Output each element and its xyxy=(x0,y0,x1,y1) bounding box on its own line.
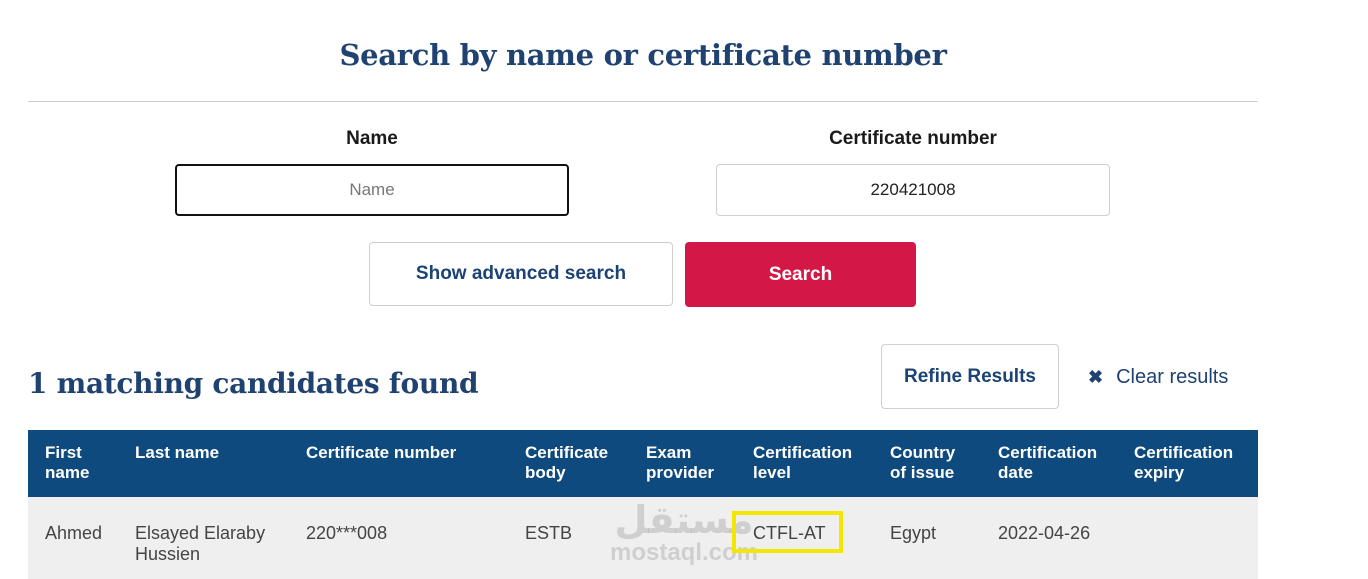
clear-results-link[interactable]: ✖ Clear results xyxy=(1088,362,1228,392)
column-header-exam-provider: Exam provider xyxy=(646,443,715,482)
column-header-certificate-number: Certificate number xyxy=(306,443,457,462)
cell-certification-date: 2022-04-26 xyxy=(998,523,1091,543)
cell-certificate-body: ESTB xyxy=(525,523,573,543)
name-input[interactable] xyxy=(175,164,569,216)
column-header-country-of-issue: Country of issue xyxy=(890,443,956,482)
results-count: 1 matching candidates found xyxy=(28,367,479,400)
clear-results-label: Clear results xyxy=(1116,365,1229,388)
search-button[interactable]: Search xyxy=(685,242,916,307)
divider xyxy=(28,101,1258,102)
close-icon: ✖ xyxy=(1088,366,1104,387)
cell-certificate-number: 220***008 xyxy=(306,523,388,543)
refine-results-button[interactable]: Refine Results xyxy=(881,344,1059,409)
page-title: Search by name or certificate number xyxy=(339,38,947,72)
column-header-certification-date: Certification date xyxy=(998,443,1098,482)
certificate-number-label: Certificate number xyxy=(829,128,997,149)
cell-certification-level: CTFL-AT xyxy=(753,523,826,543)
column-header-last-name: Last name xyxy=(135,443,220,462)
cell-first-name: Ahmed xyxy=(45,523,103,543)
table-row: Ahmed Elsayed Elaraby Hussien 220***008 … xyxy=(28,497,1258,579)
name-label: Name xyxy=(346,128,398,149)
cell-country-of-issue: Egypt xyxy=(890,523,937,543)
cell-last-name: Elsayed Elaraby Hussien xyxy=(135,523,266,564)
column-header-certification-level: Certification level xyxy=(753,443,853,482)
column-header-certification-expiry: Certification expiry xyxy=(1134,443,1234,482)
column-header-first-name: First name xyxy=(45,443,90,482)
column-header-certificate-body: Certificate body xyxy=(525,443,609,482)
show-advanced-search-button[interactable]: Show advanced search xyxy=(369,242,673,306)
results-table-header: First name Last name Certificate number … xyxy=(28,430,1258,497)
certificate-number-input[interactable] xyxy=(716,164,1110,216)
